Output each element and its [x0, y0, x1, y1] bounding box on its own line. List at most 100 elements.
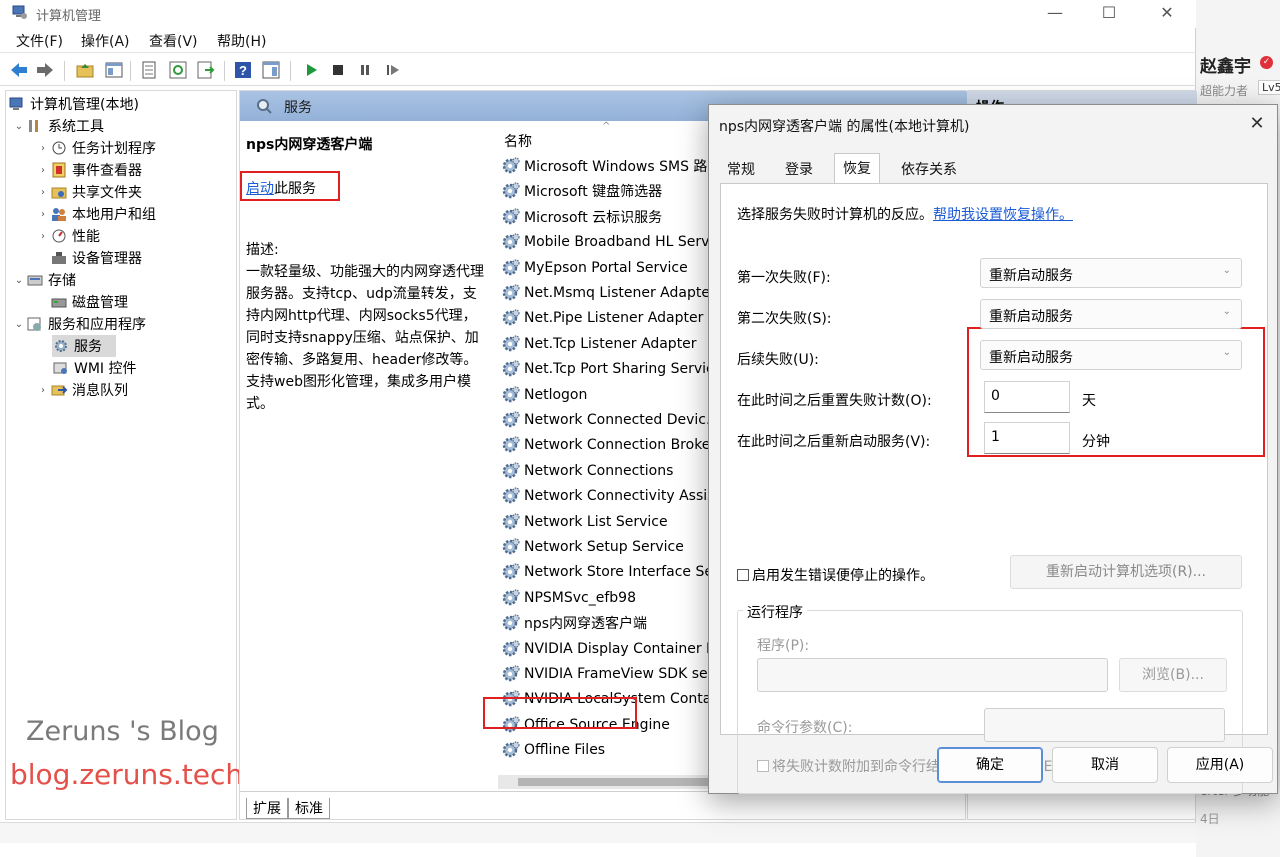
restart-computer-options-button[interactable]: 重新启动计算机选项(R)...: [1010, 555, 1242, 589]
stop-service-icon[interactable]: [327, 59, 349, 81]
program-input[interactable]: [757, 658, 1108, 692]
gear-icon: [502, 233, 520, 250]
properties-icon[interactable]: [138, 59, 160, 81]
minimize-button[interactable]: —: [1032, 0, 1078, 28]
gear-icon: [502, 741, 520, 758]
enable-actions-checkbox[interactable]: [737, 569, 749, 581]
performance-icon: [52, 229, 66, 243]
resume-service-icon[interactable]: [382, 59, 404, 81]
service-name: Net.Tcp Port Sharing Service: [524, 361, 723, 378]
tree-item-services[interactable]: 服务: [52, 335, 116, 357]
tab-extended[interactable]: 扩展: [246, 798, 288, 819]
export-list-icon[interactable]: [195, 59, 217, 81]
second-failure-select[interactable]: 重新启动服务 ⌄: [980, 299, 1242, 329]
tree-item-storage[interactable]: ⌄ 存储: [12, 269, 76, 291]
tree-item-event-viewer[interactable]: › 事件查看器: [36, 159, 142, 181]
tree-item-disk-management[interactable]: 磁盘管理: [50, 291, 128, 313]
chevron-down-icon[interactable]: ⌄: [12, 121, 26, 132]
show-hide-tree-icon[interactable]: [103, 59, 125, 81]
tree-item-wmi-control[interactable]: WMI 控件: [52, 357, 137, 379]
tree-item-computer-management[interactable]: 计算机管理(本地): [8, 93, 139, 115]
chevron-down-icon: ⌄: [1222, 265, 1231, 276]
maximize-button[interactable]: ☐: [1086, 0, 1132, 28]
tree-item-local-users[interactable]: › 本地用户和组: [36, 203, 156, 225]
gear-icon: [502, 436, 520, 453]
column-header-name[interactable]: 名称: [504, 131, 532, 151]
service-name: Mobile Broadband HL Servi...: [524, 234, 727, 251]
chevron-down-icon[interactable]: ⌄: [12, 275, 26, 286]
gear-icon: [502, 360, 520, 377]
tree-item-services-and-applications[interactable]: ⌄ 服务和应用程序: [12, 313, 146, 335]
service-properties-dialog: nps内网穿透客户端 的属性(本地计算机) ✕ 常规 登录 恢复 依存关系 选择…: [708, 104, 1278, 794]
refresh-icon[interactable]: [167, 59, 189, 81]
forward-icon[interactable]: [34, 59, 56, 81]
apply-button[interactable]: 应用(A): [1167, 747, 1273, 783]
pause-service-icon[interactable]: [354, 59, 376, 81]
tree-item-message-queuing[interactable]: › 消息队列: [36, 379, 128, 401]
start-service-link[interactable]: 启动: [246, 181, 274, 197]
menu-help[interactable]: 帮助(H): [217, 31, 266, 51]
first-failure-select[interactable]: 重新启动服务 ⌄: [980, 258, 1242, 288]
selected-service-title: nps内网穿透客户端: [246, 137, 373, 153]
tab-recovery[interactable]: 恢复: [834, 153, 880, 183]
start-service-line: 启动此服务: [246, 178, 316, 198]
chevron-right-icon[interactable]: ›: [36, 209, 50, 220]
start-service-icon[interactable]: [300, 59, 322, 81]
help-icon[interactable]: ?: [232, 59, 254, 81]
cancel-button[interactable]: 取消: [1052, 747, 1158, 783]
append-fail-count-checkbox[interactable]: [757, 760, 769, 772]
gear-icon: [502, 512, 520, 529]
gear-icon: [502, 487, 520, 504]
chevron-right-icon[interactable]: ›: [36, 385, 50, 396]
chevron-right-icon[interactable]: ›: [36, 231, 50, 242]
chevron-right-icon[interactable]: ›: [36, 143, 50, 154]
restart-service-after-label: 在此时间之后重新启动服务(V):: [737, 434, 931, 450]
restart-service-after-input[interactable]: 1: [984, 422, 1070, 454]
tree-item-system-tools[interactable]: ⌄ 系统工具: [12, 115, 104, 137]
tab-logon[interactable]: 登录: [777, 155, 821, 183]
command-args-input[interactable]: [984, 708, 1225, 742]
tree-item-label: 存储: [48, 273, 76, 289]
reset-fail-count-input[interactable]: 0: [984, 381, 1070, 413]
storage-icon: [27, 275, 43, 286]
chevron-right-icon[interactable]: ›: [36, 165, 50, 176]
subsequent-failure-value: 重新启动服务: [989, 350, 1073, 366]
show-action-pane-icon[interactable]: [260, 59, 282, 81]
menu-file[interactable]: 文件(F): [16, 31, 63, 51]
tree-item-device-manager[interactable]: 设备管理器: [50, 247, 142, 269]
second-failure-label: 第二次失败(S):: [737, 311, 832, 327]
up-folder-icon[interactable]: [74, 59, 96, 81]
program-label: 程序(P):: [757, 638, 810, 654]
service-name: Microsoft 云标识服务: [524, 209, 663, 226]
tree-item-label: 本地用户和组: [72, 207, 156, 223]
status-bar: [0, 822, 1196, 843]
shared-folder-icon: [51, 187, 67, 199]
tree-item-shared-folders[interactable]: › 共享文件夹: [36, 181, 142, 203]
back-icon[interactable]: [8, 59, 30, 81]
browse-button[interactable]: 浏览(B)...: [1119, 658, 1227, 692]
chevron-down-icon[interactable]: ⌄: [12, 319, 26, 330]
tree-item-performance[interactable]: › 性能: [36, 225, 100, 247]
service-name: Network Connected Devic...: [524, 412, 720, 428]
subsequent-failure-select[interactable]: 重新启动服务 ⌄: [980, 340, 1242, 370]
dialog-close-icon[interactable]: ✕: [1245, 113, 1269, 134]
ok-button[interactable]: 确定: [937, 747, 1043, 783]
service-name: Network List Service: [524, 513, 668, 530]
tree-item-label: 计算机管理(本地): [30, 97, 139, 113]
background-level-badge: Lv5: [1258, 80, 1280, 95]
tree-item-label: 共享文件夹: [72, 185, 142, 201]
recovery-help-link[interactable]: 帮助我设置恢复操作。: [933, 207, 1073, 223]
close-button[interactable]: ✕: [1144, 0, 1190, 28]
disk-icon: [51, 298, 67, 308]
chevron-right-icon[interactable]: ›: [36, 187, 50, 198]
tree-item-task-scheduler[interactable]: › 任务计划程序: [36, 137, 156, 159]
tab-dependencies[interactable]: 依存关系: [893, 155, 965, 183]
service-name: NVIDIA Display Container LS: [524, 640, 723, 657]
gear-icon: [502, 589, 520, 606]
tab-general[interactable]: 常规: [719, 155, 763, 183]
tab-standard[interactable]: 标准: [288, 798, 330, 819]
menu-action[interactable]: 操作(A): [81, 31, 130, 51]
enable-actions-checkbox-row[interactable]: 启用发生错误便停止的操作。: [737, 565, 934, 585]
service-name: NVIDIA FrameView SDK se...: [524, 666, 721, 682]
menu-view[interactable]: 查看(V): [149, 31, 198, 51]
